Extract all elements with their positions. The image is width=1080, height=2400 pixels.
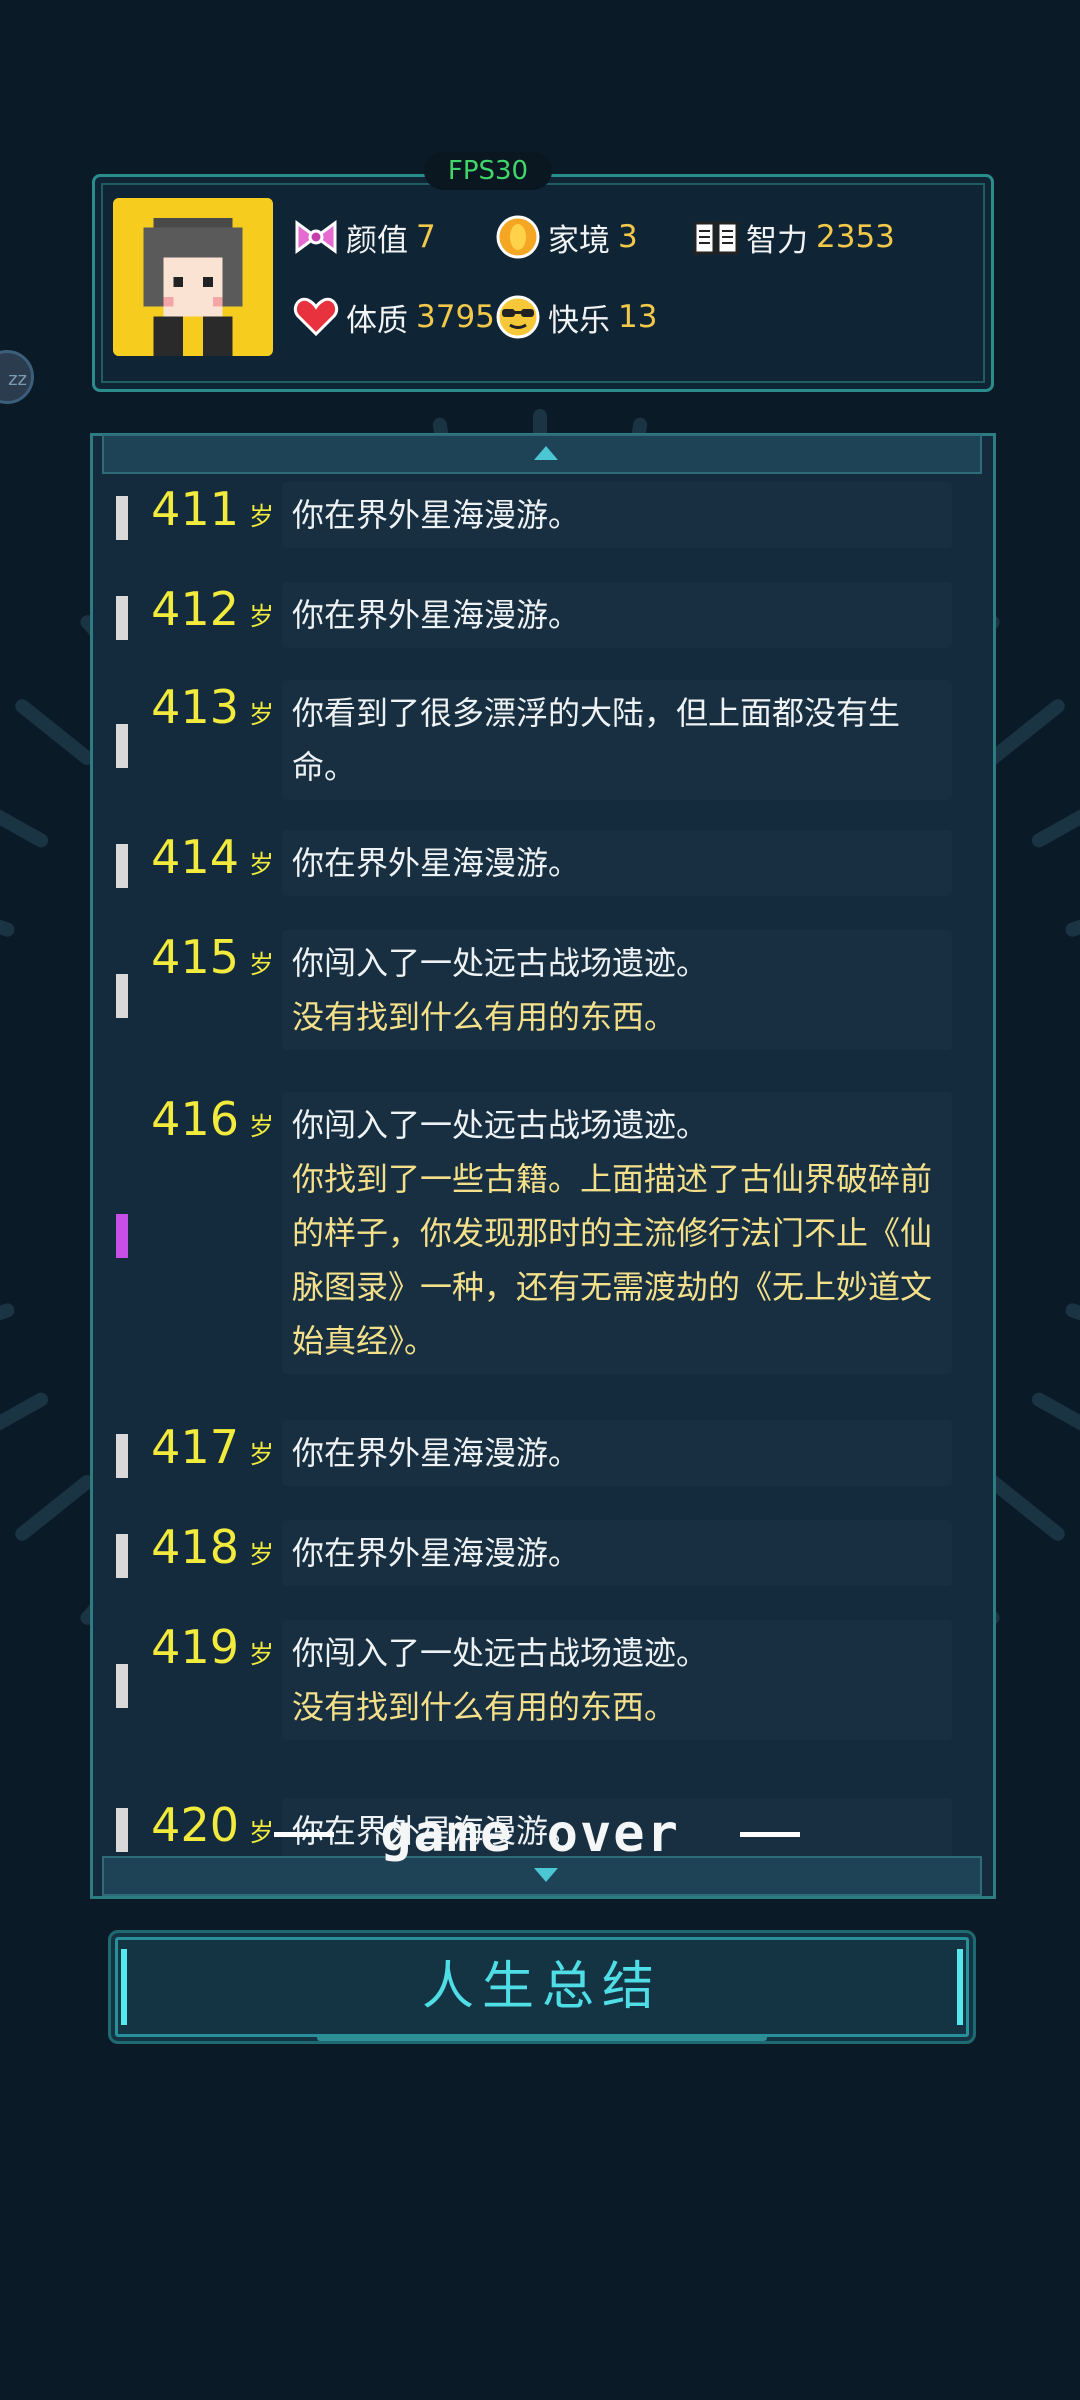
stat-label: 颜值 [346, 222, 408, 259]
entry-age: 420 岁 [151, 1798, 274, 1852]
stat-family: 家境 3 [494, 212, 638, 262]
entry-marker [116, 1214, 128, 1258]
entry-text: 你闯入了一处远古战场遗迹。 没有找到什么有用的东西。 [292, 944, 709, 1036]
fps-counter: FPS30 [424, 152, 552, 190]
entry-text: 你看到了很多漂浮的大陆，但上面都没有生命。 [292, 694, 901, 786]
background-ray [1065, 1303, 1080, 1321]
stat-label: 体质 [346, 302, 408, 339]
stat-value: 2353 [816, 219, 895, 255]
arrow-up-icon [534, 446, 558, 460]
background-ray [986, 1475, 1065, 1541]
entry-age: 417 岁 [151, 1420, 274, 1474]
entry-age: 411 岁 [151, 482, 274, 536]
entry-marker [116, 974, 128, 1018]
entry-age: 414 岁 [151, 830, 274, 884]
background-ray [0, 919, 15, 937]
entry-text: 你在界外星海漫游。 [292, 1534, 581, 1572]
entry-age: 412 岁 [151, 582, 274, 636]
book-icon [692, 213, 740, 261]
entry-age: 418 岁 [151, 1520, 274, 1574]
stat-intelligence: 智力 2353 [692, 212, 895, 262]
background-ray [0, 1392, 49, 1431]
entry-marker [116, 724, 128, 768]
background-ray [1065, 919, 1080, 937]
heart-icon [292, 293, 340, 341]
life-summary-label: 人生总结 [421, 1957, 662, 2017]
entry-text: 你闯入了一处远古战场遗迹。 没有找到什么有用的东西。 [292, 1634, 709, 1726]
background-ray [1031, 809, 1080, 848]
entry-marker [116, 1664, 128, 1708]
entry-age: 416 岁 [151, 1092, 274, 1146]
button-underline [317, 2035, 767, 2041]
scroll-up-button[interactable] [102, 434, 982, 474]
life-log-list[interactable]: 411 岁 你在界外星海漫游。 412 岁 你在界外星海漫游。 413 岁 你看到了很… [92, 470, 982, 1856]
entry-marker [116, 496, 128, 540]
coin-icon [494, 213, 542, 261]
entry-marker [116, 844, 128, 888]
stat-value: 3 [618, 219, 638, 255]
sunglasses-face-icon [494, 293, 542, 341]
stat-value: 13 [618, 299, 658, 335]
background-ray [15, 1475, 94, 1541]
game-over-label: game over [380, 1804, 680, 1864]
background-ray [986, 699, 1065, 765]
background-ray [0, 809, 49, 848]
background-ray [0, 1303, 15, 1321]
entry-text: 你在界外星海漫游。 [292, 1434, 581, 1472]
stat-physique: 体质 3795 [292, 292, 495, 342]
entry-text: 你在界外星海漫游。 [292, 844, 581, 882]
entry-marker [116, 596, 128, 640]
entry-text: 你在界外星海漫游。 [292, 596, 581, 634]
entry-text: 你在界外星海漫游。 [292, 496, 581, 534]
stat-value: 3795 [416, 299, 495, 335]
entry-text: 你闯入了一处远古战场遗迹。 你找到了一些古籍。上面描述了古仙界破碎前的样子，你发现… [292, 1106, 933, 1360]
character-avatar [113, 198, 273, 356]
bow-icon [292, 213, 340, 261]
entry-age: 415 岁 [151, 930, 274, 984]
entry-marker [116, 1434, 128, 1478]
stat-appearance: 颜值 7 [292, 212, 436, 262]
entry-age: 413 岁 [151, 680, 274, 734]
stat-label: 家境 [548, 222, 610, 259]
entry-marker [116, 1534, 128, 1578]
entry-age: 419 岁 [151, 1620, 274, 1674]
stat-label: 快乐 [548, 302, 610, 339]
stat-value: 7 [416, 219, 436, 255]
background-ray [15, 699, 94, 765]
stat-label: 智力 [746, 222, 808, 259]
game-over-dash-right [740, 1832, 800, 1837]
life-summary-button[interactable]: 人生总结 [108, 1930, 976, 2044]
stat-happiness: 快乐 13 [494, 292, 657, 342]
background-ray [1031, 1392, 1080, 1431]
entry-marker [116, 1808, 128, 1852]
arrow-down-icon [534, 1868, 558, 1882]
